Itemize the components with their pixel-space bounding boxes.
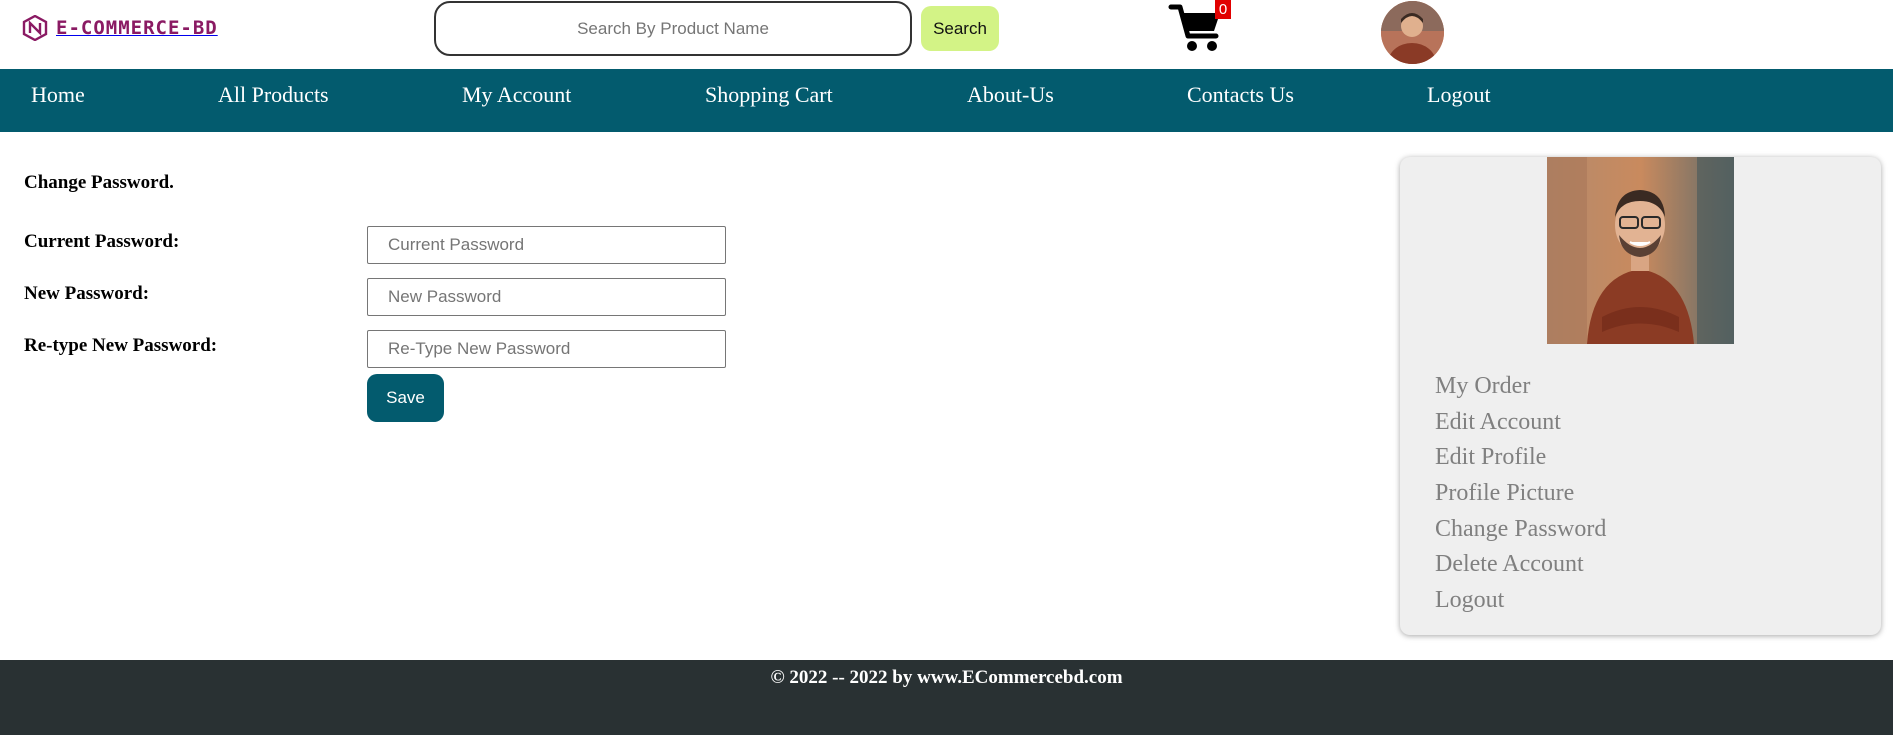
sidebar-item-logout[interactable]: Logout bbox=[1435, 587, 1504, 613]
sidebar-item-profile-picture[interactable]: Profile Picture bbox=[1435, 480, 1574, 506]
brand-name: E-COMMERCE-BD bbox=[56, 17, 218, 39]
save-button[interactable]: Save bbox=[367, 374, 444, 422]
sidebar-item-my-order[interactable]: My Order bbox=[1435, 373, 1530, 399]
current-password-input[interactable] bbox=[367, 226, 726, 264]
copyright-text: © 2022 -- 2022 by www.ECommercebd.com bbox=[770, 667, 1123, 688]
sidebar-item-change-password[interactable]: Change Password bbox=[1435, 516, 1606, 542]
page-footer: © 2022 -- 2022 by www.ECommercebd.com bbox=[0, 660, 1893, 735]
cart-count-badge: 0 bbox=[1215, 0, 1231, 19]
sidebar-item-delete-account[interactable]: Delete Account bbox=[1435, 551, 1584, 577]
account-menu: My Order Edit Account Edit Profile Profi… bbox=[1435, 369, 1606, 619]
search-input[interactable] bbox=[434, 1, 912, 56]
profile-photo bbox=[1547, 157, 1734, 344]
brand-logo-icon bbox=[22, 15, 48, 41]
new-password-input[interactable] bbox=[367, 278, 726, 316]
current-password-label: Current Password: bbox=[24, 231, 180, 252]
retype-password-label: Re-type New Password: bbox=[24, 335, 218, 356]
new-password-label: New Password: bbox=[24, 283, 150, 304]
nav-shopping-cart[interactable]: Shopping Cart bbox=[705, 69, 833, 132]
cart-button[interactable]: 0 bbox=[1168, 0, 1231, 55]
profile-photo-image bbox=[1547, 157, 1734, 344]
sidebar-item-edit-account[interactable]: Edit Account bbox=[1435, 409, 1561, 435]
nav-about-us[interactable]: About-Us bbox=[967, 69, 1054, 132]
top-header: E-COMMERCE-BD Search 0 bbox=[0, 0, 1893, 69]
search-button[interactable]: Search bbox=[921, 6, 999, 51]
nav-contacts-us[interactable]: Contacts Us bbox=[1187, 69, 1294, 132]
main-navigation: Home All Products My Account Shopping Ca… bbox=[0, 69, 1893, 132]
retype-password-input[interactable] bbox=[367, 330, 726, 368]
nav-home[interactable]: Home bbox=[31, 69, 85, 132]
nav-my-account[interactable]: My Account bbox=[462, 69, 571, 132]
account-sidebar: My Order Edit Account Edit Profile Profi… bbox=[1400, 157, 1881, 635]
user-avatar-image bbox=[1381, 1, 1444, 64]
user-avatar[interactable] bbox=[1381, 1, 1444, 64]
nav-logout[interactable]: Logout bbox=[1427, 69, 1491, 132]
nav-all-products[interactable]: All Products bbox=[218, 69, 329, 132]
brand-logo[interactable]: E-COMMERCE-BD bbox=[22, 14, 218, 42]
sidebar-item-edit-profile[interactable]: Edit Profile bbox=[1435, 444, 1546, 470]
page-title: Change Password. bbox=[24, 172, 174, 193]
